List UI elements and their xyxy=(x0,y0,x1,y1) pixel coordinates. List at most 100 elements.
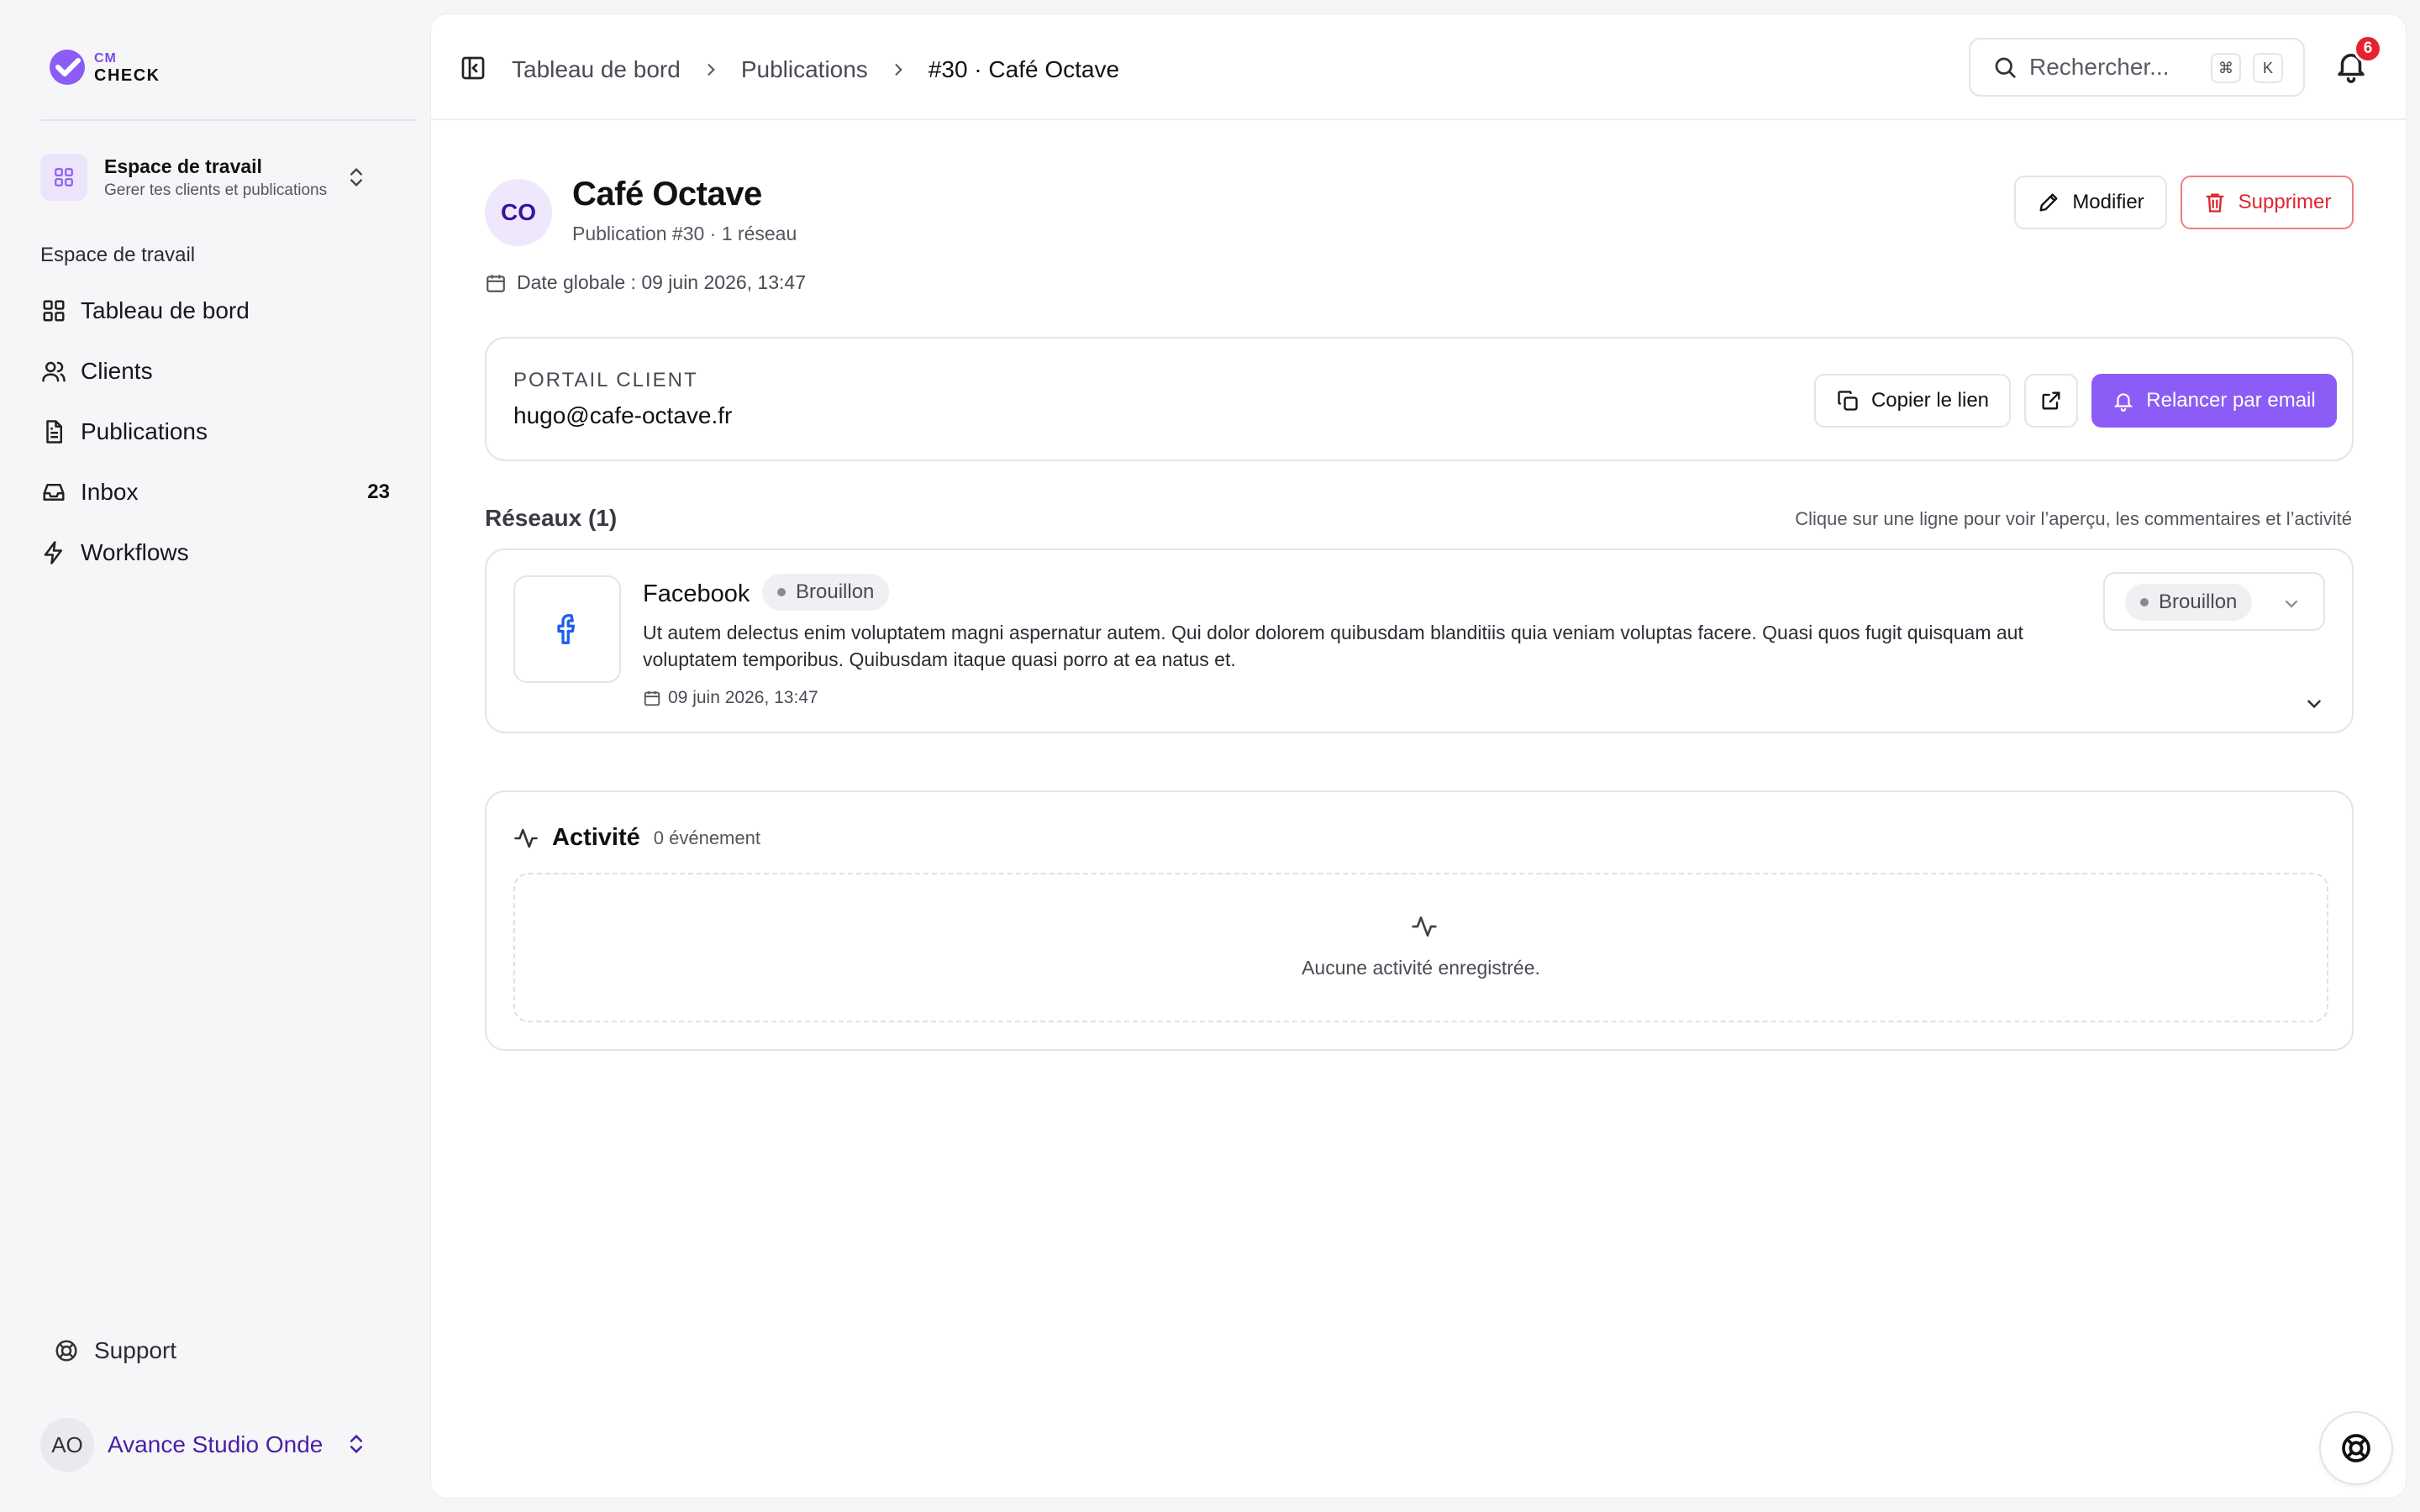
support-link[interactable]: Support xyxy=(54,1334,176,1368)
network-row-facebook[interactable]: Facebook Brouillon Ut autem delectus eni… xyxy=(485,549,2354,733)
breadcrumb: Tableau de bord Publications #30 · Café … xyxy=(512,55,1119,85)
networks-title: Réseaux (1) xyxy=(485,505,618,531)
status-select-label: Brouillon xyxy=(2159,591,2238,613)
calendar-icon xyxy=(485,272,507,294)
copy-link-label: Copier le lien xyxy=(1870,389,1990,412)
global-date: Date globale : 09 juin 2026, 13:47 xyxy=(485,271,806,294)
chevron-down-icon xyxy=(2307,700,2321,709)
panel-left-icon xyxy=(461,56,485,80)
main-panel: Tableau de bord Publications #30 · Café … xyxy=(430,13,2407,1499)
activity-pulse-icon xyxy=(1411,913,1438,940)
user-name: Avance Studio Onde xyxy=(108,1431,324,1457)
sidebar-item-label: Publications xyxy=(81,418,208,444)
expand-row-button[interactable] xyxy=(2303,693,2325,715)
sidebar-item-inbox[interactable]: Inbox 23 xyxy=(40,462,403,522)
external-link-icon xyxy=(2042,391,2060,410)
client-avatar: CO xyxy=(485,179,552,246)
chevron-down-icon xyxy=(2281,594,2302,614)
search-input[interactable]: Rechercher... ⌘ K xyxy=(1969,38,2305,97)
activity-empty-text: Aucune activité enregistrée. xyxy=(1302,957,1540,979)
support-label: Support xyxy=(94,1337,177,1363)
remind-email-label: Relancer par email xyxy=(2146,389,2316,412)
brand-name: CM CHECK xyxy=(94,50,160,84)
chevron-right-icon xyxy=(702,61,719,78)
sidebar-item-workflows[interactable]: Workflows xyxy=(40,522,403,583)
sidebar-item-clients[interactable]: Clients xyxy=(40,341,403,402)
activity-header: Activité 0 événement xyxy=(513,824,760,852)
sidebar-item-publications[interactable]: Publications xyxy=(40,402,403,462)
pencil-icon xyxy=(2037,191,2060,214)
workspace-subtitle: Gerer tes clients et publications xyxy=(104,181,328,199)
facebook-icon xyxy=(513,575,621,683)
brand-logo[interactable]: CM CHECK xyxy=(47,44,160,91)
copy-icon xyxy=(1836,389,1860,412)
network-date: 09 juin 2026, 13:47 xyxy=(643,688,818,708)
lifebuoy-icon xyxy=(54,1338,79,1363)
activity-card: Activité 0 événement Aucune activité enr… xyxy=(485,790,2354,1051)
workspace-switcher[interactable]: Espace de travail Gerer tes clients et p… xyxy=(40,150,393,205)
sidebar-item-label: Inbox xyxy=(81,479,139,505)
chevrons-up-down-icon xyxy=(345,1431,368,1457)
publication-subtitle: Publication #30 · 1 réseau xyxy=(572,223,797,244)
sidebar-toggle-button[interactable] xyxy=(460,55,487,81)
breadcrumb-publications[interactable]: Publications xyxy=(741,56,868,83)
workspace-grid-icon xyxy=(40,154,87,201)
activity-pulse-icon xyxy=(514,828,538,848)
status-select-value: Brouillon xyxy=(2125,584,2253,621)
global-date-text: Date globale : 09 juin 2026, 13:47 xyxy=(517,271,806,293)
users-icon xyxy=(40,358,67,385)
status-dot xyxy=(777,588,786,596)
chevron-right-icon xyxy=(890,61,907,78)
sidebar-item-dashboard[interactable]: Tableau de bord xyxy=(40,281,403,341)
kbd-cmd: ⌘ xyxy=(2211,53,2241,83)
remind-email-button[interactable]: Relancer par email xyxy=(2091,374,2337,428)
edit-button[interactable]: Modifier xyxy=(2014,176,2167,229)
document-icon xyxy=(40,418,67,445)
search-placeholder: Rechercher... xyxy=(2029,54,2170,80)
breadcrumb-dashboard[interactable]: Tableau de bord xyxy=(512,56,681,83)
brand-line2: CHECK xyxy=(94,66,160,85)
trash-icon xyxy=(2203,191,2227,214)
client-portal-card: PORTAIL CLIENT hugo@cafe-octave.fr Copie… xyxy=(485,337,2354,461)
brand-line1: CM xyxy=(94,51,117,66)
status-badge-label: Brouillon xyxy=(796,580,875,603)
sidebar-nav: Tableau de bord Clients Publications Inb… xyxy=(40,281,403,583)
activity-count: 0 événement xyxy=(653,827,760,848)
workspace-name: Espace de travail xyxy=(104,155,262,177)
help-button[interactable] xyxy=(2319,1411,2393,1485)
portal-email: hugo@cafe-octave.fr xyxy=(513,402,733,428)
inbox-count-badge: 23 xyxy=(367,480,390,503)
user-menu[interactable]: AO Avance Studio Onde xyxy=(40,1418,393,1472)
status-select[interactable]: Brouillon xyxy=(2103,572,2325,631)
sidebar-item-label: Clients xyxy=(81,358,153,384)
activity-title: Activité xyxy=(552,824,640,851)
delete-button[interactable]: Supprimer xyxy=(2181,176,2354,229)
network-post-text: Ut autem delectus enim voluptatem magni … xyxy=(643,622,2023,670)
search-icon xyxy=(1995,57,2016,78)
sidebar-item-label: Workflows xyxy=(81,539,189,565)
avatar: AO xyxy=(40,1418,94,1472)
sidebar-divider xyxy=(40,119,417,121)
lightning-icon xyxy=(40,539,67,566)
nav-section-label: Espace de travail xyxy=(40,244,196,266)
network-date-text: 09 juin 2026, 13:47 xyxy=(668,688,818,707)
topbar: Tableau de bord Publications #30 · Café … xyxy=(431,14,2406,120)
edit-label: Modifier xyxy=(2072,191,2144,213)
bell-icon xyxy=(2112,390,2134,412)
sidebar-item-label: Tableau de bord xyxy=(81,297,250,323)
notification-count-badge: 6 xyxy=(2354,34,2382,63)
kbd-k: K xyxy=(2253,53,2283,83)
sidebar: CM CHECK Espace de travail Gerer tes cli… xyxy=(0,0,430,1512)
network-name: Facebook xyxy=(643,580,750,607)
page-title: Café Octave xyxy=(572,176,762,213)
portal-label: PORTAIL CLIENT xyxy=(513,369,698,391)
breadcrumb-current: #30 · Café Octave xyxy=(928,56,1120,82)
copy-link-button[interactable]: Copier le lien xyxy=(1814,374,2011,428)
inbox-icon xyxy=(40,479,67,506)
networks-hint: Clique sur une ligne pour voir l’aperçu,… xyxy=(1795,508,2352,529)
status-badge: Brouillon xyxy=(762,574,890,611)
chevrons-up-down-icon xyxy=(345,165,368,190)
calendar-icon xyxy=(643,689,661,707)
open-portal-button[interactable] xyxy=(2024,374,2078,428)
lifebuoy-icon xyxy=(2342,1434,2370,1462)
